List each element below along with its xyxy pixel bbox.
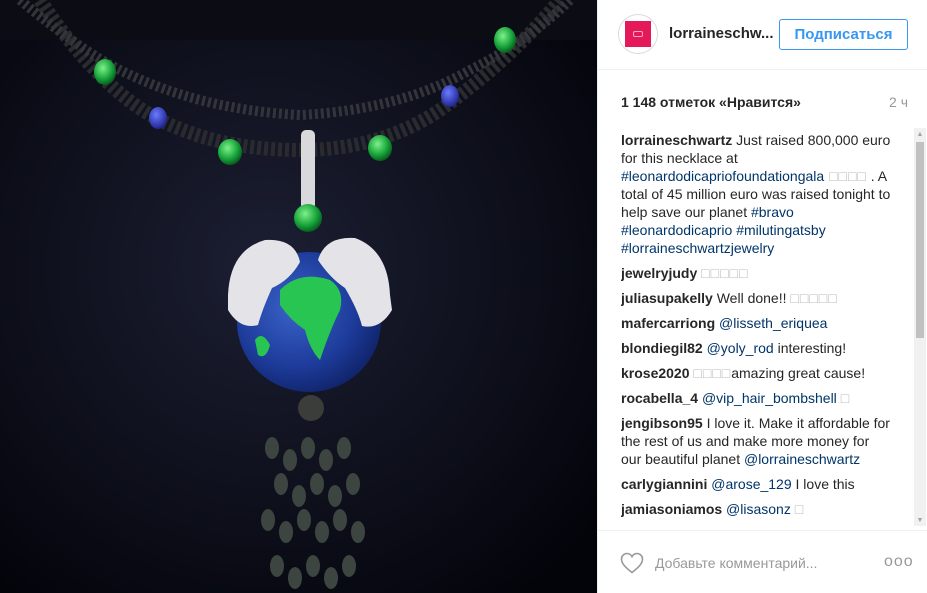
more-options-icon[interactable]: ooo xyxy=(884,553,914,571)
comment-item: mafercarriong @lisseth_eriquea xyxy=(621,314,893,332)
comment-username[interactable]: mafercarriong xyxy=(621,315,715,331)
author-username[interactable]: lorraineschw... xyxy=(669,25,773,42)
scroll-up-arrow-icon[interactable]: ▲ xyxy=(914,128,926,140)
comment-item: rocabella_4 @vip_hair_bombshell □ xyxy=(621,389,893,407)
comment-item: jamiasoniamos @lisasonz □ xyxy=(621,500,893,518)
heart-icon[interactable] xyxy=(620,552,644,574)
avatar-icon[interactable] xyxy=(618,14,658,54)
hashtag-link[interactable]: #bravo xyxy=(751,204,794,220)
mention-link[interactable]: @lisseth_eriquea xyxy=(719,315,827,331)
comment-item: carlygiannini @arose_129 I love this xyxy=(621,475,893,493)
comment-item: krose2020 □□□□amazing great cause! xyxy=(621,364,893,382)
emoji-glyphs: □□□□ xyxy=(693,365,732,381)
comment-item: juliasupakelly Well done!! □□□□□ xyxy=(621,289,893,307)
scrollbar-thumb[interactable] xyxy=(916,142,924,338)
comment-username[interactable]: jengibson95 xyxy=(621,415,703,431)
mention-link[interactable]: @arose_129 xyxy=(711,476,791,492)
comment-item: jewelryjudy □□□□□ xyxy=(621,264,893,282)
caption: lorraineschwartz Just raised 800,000 eur… xyxy=(621,131,893,257)
hashtag-link[interactable]: #leonardodicapriofoundationgala xyxy=(621,168,824,184)
post-photo[interactable] xyxy=(0,0,597,593)
emoji-glyphs: □□□□ xyxy=(824,168,867,184)
comment-text: amazing great cause! xyxy=(731,365,866,381)
emoji-glyphs: □□□□□ xyxy=(790,290,838,306)
comment-composer: ooo xyxy=(598,530,927,593)
comment-text: Well done!! xyxy=(716,290,791,306)
comments-list[interactable]: lorraineschwartz Just raised 800,000 eur… xyxy=(621,131,893,527)
comment-username[interactable]: jamiasoniamos xyxy=(621,501,722,517)
comment-username[interactable]: rocabella_4 xyxy=(621,390,698,406)
follow-button[interactable]: Подписаться xyxy=(779,19,908,50)
emoji-glyphs: □ xyxy=(840,390,851,406)
post-timestamp[interactable]: 2 ч xyxy=(889,94,908,110)
hashtag-link[interactable]: #leonardodicaprio xyxy=(621,222,732,238)
comment-item: jengibson95 I love it. Make it affordabl… xyxy=(621,414,893,468)
comment-text: interesting! xyxy=(773,340,847,356)
mention-link[interactable]: @vip_hair_bombshell xyxy=(702,390,837,406)
comment-username[interactable]: blondiegil82 xyxy=(621,340,703,356)
mention-link[interactable]: @yoly_rod xyxy=(707,340,774,356)
hashtag-link[interactable]: #milutingatsby xyxy=(736,222,826,238)
mention-link[interactable]: @lorraineschwartz xyxy=(744,451,860,467)
comments-scrollbar[interactable]: ▲ ▼ xyxy=(914,128,926,526)
comment-username[interactable]: jewelryjudy xyxy=(621,265,697,281)
mention-link[interactable]: @lisasonz xyxy=(726,501,791,517)
comment-item: blondiegil82 @yoly_rod interesting! xyxy=(621,339,893,357)
post-header: lorraineschw... Подписаться xyxy=(598,0,927,70)
caption-username[interactable]: lorraineschwartz xyxy=(621,132,732,148)
emoji-glyphs: □ xyxy=(794,501,805,517)
scroll-down-arrow-icon[interactable]: ▼ xyxy=(914,514,926,526)
post-details-panel: lorraineschw... Подписаться 1 148 отмето… xyxy=(597,0,927,593)
comment-text: I love this xyxy=(791,476,855,492)
comment-input[interactable] xyxy=(655,553,865,573)
likes-count[interactable]: 1 148 отметок «Нравится» xyxy=(621,94,801,110)
hashtag-link[interactable]: #lorraineschwartzjewelry xyxy=(621,240,774,256)
necklace-photo-icon xyxy=(0,0,597,593)
avatar-logo xyxy=(625,21,651,47)
comment-username[interactable]: krose2020 xyxy=(621,365,690,381)
comment-username[interactable]: juliasupakelly xyxy=(621,290,713,306)
likes-row: 1 148 отметок «Нравится» 2 ч xyxy=(621,94,908,112)
emoji-glyphs: □□□□□ xyxy=(701,265,749,281)
comment-username[interactable]: carlygiannini xyxy=(621,476,707,492)
